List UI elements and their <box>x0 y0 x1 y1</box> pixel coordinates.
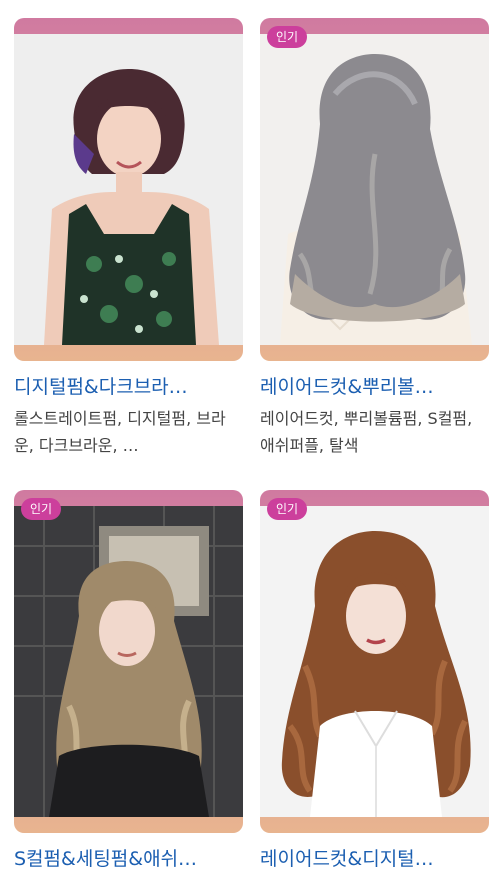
hairstyle-photo-3 <box>14 506 243 817</box>
hairstyle-card-1[interactable]: 디지털펌&다크브라… 롤스트레이트펌, 디지털펌, 브라운, 다크브라운, … <box>14 18 243 459</box>
card-image-frame[interactable]: 인기 <box>260 18 489 361</box>
hairstyle-photo-4 <box>260 506 489 817</box>
card-title[interactable]: 레이어드컷&뿌리볼… <box>260 371 489 403</box>
hairstyle-card-2[interactable]: 인기 레이어드컷&뿌리볼… 레이어드컷, 뿌리볼륨펌, S컬펌, 애쉬퍼플, 탈… <box>260 18 489 459</box>
card-image-frame[interactable]: 인기 <box>14 490 243 833</box>
popular-badge: 인기 <box>267 26 308 48</box>
card-image-frame[interactable]: 인기 <box>260 490 489 833</box>
hairstyle-photo-2 <box>260 34 489 345</box>
card-title[interactable]: 디지털펌&다크브라… <box>14 371 243 403</box>
card-tags: 롤스트레이트펌, 디지털펌, 브라운, 다크브라운, … <box>14 409 226 455</box>
hairstyle-card-4[interactable]: 인기 레이어드컷&디지털… <box>260 490 489 875</box>
popular-badge: 인기 <box>267 498 308 520</box>
card-title[interactable]: 레이어드컷&디지털… <box>260 843 489 875</box>
hairstyle-card-3[interactable]: 인기 S컬펌&세팅펌&애쉬… <box>14 490 243 875</box>
card-tags: 레이어드컷, 뿌리볼륨펌, S컬펌, 애쉬퍼플, 탈색 <box>260 409 473 455</box>
card-title[interactable]: S컬펌&세팅펌&애쉬… <box>14 843 243 875</box>
popular-badge: 인기 <box>21 498 62 520</box>
hairstyle-photo-1 <box>14 34 243 345</box>
card-image-frame[interactable] <box>14 18 243 361</box>
